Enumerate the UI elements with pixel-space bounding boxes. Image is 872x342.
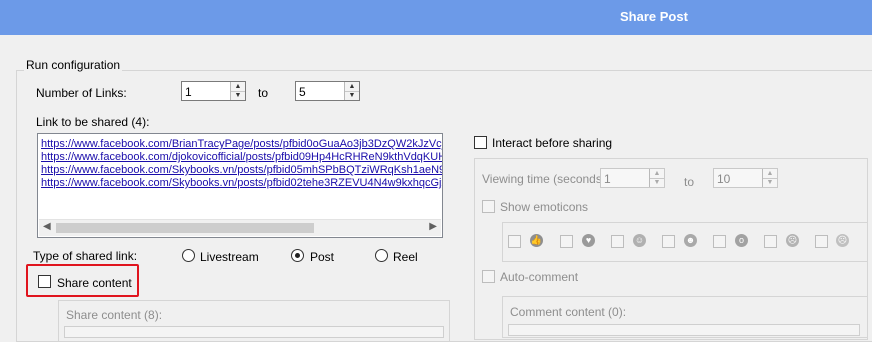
love-checkbox[interactable] [560,235,573,248]
window-title: Share Post [620,9,688,24]
livestream-label[interactable]: Livestream [200,250,259,264]
viewing-from-spinner[interactable]: 1 ▲ ▼ [600,168,665,188]
sad-icon: ☹ [786,234,799,247]
link-line[interactable]: https://www.facebook.com/Skybooks.vn/pos… [41,177,442,189]
wow-icon: o [735,234,748,247]
viewing-to-spinner[interactable]: 10 ▲ ▼ [713,168,778,188]
haha-icon: ☻ [684,234,697,247]
link-line[interactable]: https://www.facebook.com/BrianTracyPage/… [41,138,442,150]
post-radio[interactable] [291,249,304,262]
care-icon: ☺ [633,234,646,247]
links-from-spinner[interactable]: 1 ▲ ▼ [181,81,246,101]
link-line[interactable]: https://www.facebook.com/Skybooks.vn/pos… [41,164,442,176]
livestream-radio[interactable] [182,249,195,262]
reel-radio[interactable] [375,249,388,262]
run-configuration-title: Run configuration [24,58,123,72]
title-bar: Share Post [0,0,872,35]
links-textarea[interactable]: https://www.facebook.com/BrianTracyPage/… [37,133,443,238]
number-of-links-label: Number of Links: [36,86,127,100]
viewing-time-label: Viewing time (seconds): [482,172,610,186]
sad-checkbox[interactable] [764,235,777,248]
spin-down-icon[interactable]: ▼ [345,91,359,100]
links-from-value: 1 [185,85,192,99]
wow-checkbox[interactable] [713,235,726,248]
like-checkbox[interactable] [508,235,521,248]
share-content-box-label: Share content (8): [66,308,163,322]
share-content-label[interactable]: Share content [57,276,132,290]
interact-before-sharing-checkbox[interactable] [474,136,487,149]
share-content-textarea[interactable] [64,326,444,338]
reel-label[interactable]: Reel [393,250,418,264]
radio-selected-dot [295,253,300,258]
links-to-label: to [258,86,269,100]
spin-down-icon[interactable]: ▼ [650,178,664,187]
scroll-right-icon[interactable]: ▶ [429,221,437,232]
care-checkbox[interactable] [611,235,624,248]
link-line[interactable]: https://www.facebook.com/djokovicofficia… [41,151,442,163]
viewing-to-value: 10 [717,172,731,186]
link-to-share-label: Link to be shared (4): [36,115,150,129]
angry-icon: ☹ [836,234,849,247]
type-of-link-label: Type of shared link: [33,249,138,263]
horizontal-scrollbar[interactable]: ◀ ▶ [39,219,441,236]
comment-content-textarea[interactable] [508,324,860,336]
scroll-left-icon[interactable]: ◀ [43,221,51,232]
haha-checkbox[interactable] [662,235,675,248]
auto-comment-checkbox[interactable] [482,270,495,283]
spin-down-icon[interactable]: ▼ [763,178,777,187]
auto-comment-label[interactable]: Auto-comment [500,270,578,284]
scrollbar-thumb[interactable] [56,223,314,233]
spin-down-icon[interactable]: ▼ [231,91,245,100]
share-content-checkbox[interactable] [38,275,51,288]
interact-before-sharing-label[interactable]: Interact before sharing [492,136,612,150]
like-icon: 👍 [530,234,543,247]
viewing-from-value: 1 [604,172,611,186]
show-emoticons-checkbox[interactable] [482,200,495,213]
love-icon: ♥ [582,234,595,247]
post-label[interactable]: Post [310,250,334,264]
viewing-to-label: to [684,175,695,189]
links-to-spinner[interactable]: 5 ▲ ▼ [295,81,360,101]
angry-checkbox[interactable] [815,235,828,248]
links-to-value: 5 [299,85,306,99]
comment-content-label: Comment content (0): [510,305,627,319]
show-emoticons-label[interactable]: Show emoticons [500,200,588,214]
